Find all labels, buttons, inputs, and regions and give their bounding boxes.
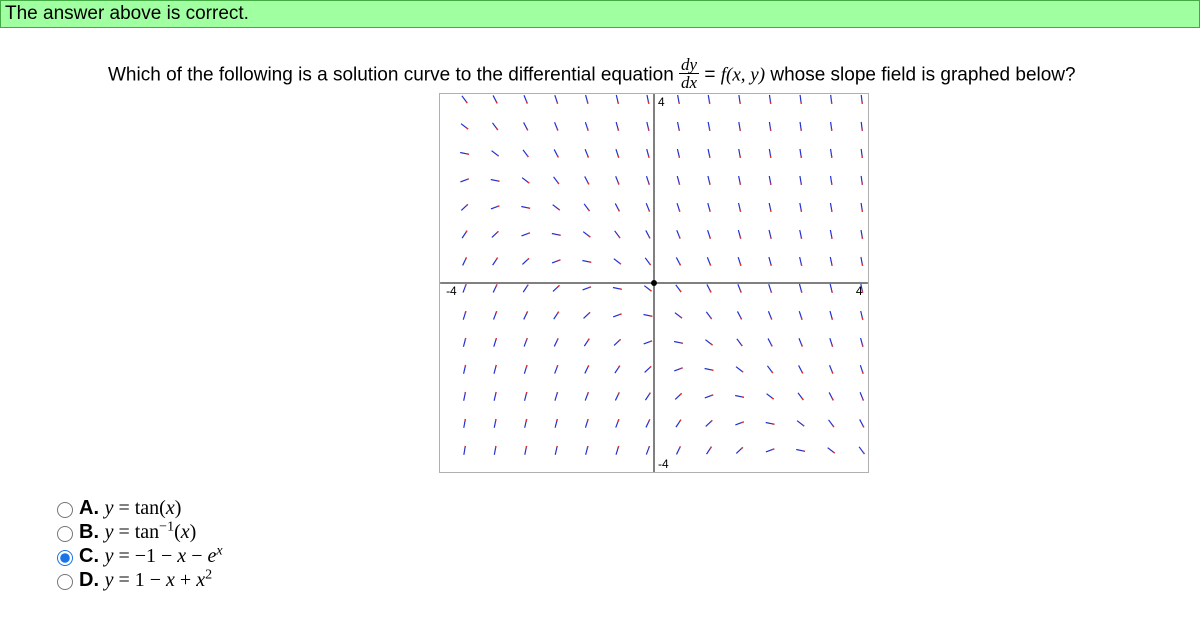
answer-list: A. y = tan(x) B. y = tan−1(x) C. y = −1 … xyxy=(0,497,1200,592)
fraction-numerator: dy xyxy=(679,56,699,74)
answer-label-b: B. y = tan−1(x) xyxy=(79,521,196,544)
answer-label-a: A. y = tan(x) xyxy=(79,497,181,520)
fraction-dy-dx: dy dx xyxy=(679,56,699,91)
answer-label-d: D. y = 1 − x + x2 xyxy=(79,569,212,592)
slope-field-svg: -4 4 4 -4 xyxy=(439,93,869,473)
radio-d[interactable] xyxy=(57,574,73,590)
question-block: Which of the following is a solution cur… xyxy=(0,58,1200,473)
answer-option-d[interactable]: D. y = 1 − x + x2 xyxy=(52,569,1200,592)
answer-option-c[interactable]: C. y = −1 − x − ex xyxy=(52,545,1200,568)
axis-label-neg-x: -4 xyxy=(446,284,457,298)
question-equals: = xyxy=(704,65,720,86)
slope-field-graph: -4 4 4 -4 xyxy=(439,93,869,473)
axis-label-neg-y: -4 xyxy=(658,457,669,471)
question-text: Which of the following is a solution cur… xyxy=(108,58,1200,93)
answer-option-b[interactable]: B. y = tan−1(x) xyxy=(52,521,1200,544)
answer-option-a[interactable]: A. y = tan(x) xyxy=(52,497,1200,520)
answer-label-c: C. y = −1 − x − ex xyxy=(79,545,223,568)
axis-label-pos-y: 4 xyxy=(658,95,665,109)
question-prefix: Which of the following is a solution cur… xyxy=(108,65,679,86)
question-func: f(x, y) xyxy=(721,65,765,86)
radio-c[interactable] xyxy=(57,550,73,566)
radio-b[interactable] xyxy=(57,526,73,542)
radio-a[interactable] xyxy=(57,502,73,518)
fraction-denominator: dx xyxy=(679,74,699,91)
question-suffix: whose slope field is graphed below? xyxy=(770,65,1075,86)
correct-banner: The answer above is correct. xyxy=(0,0,1200,28)
